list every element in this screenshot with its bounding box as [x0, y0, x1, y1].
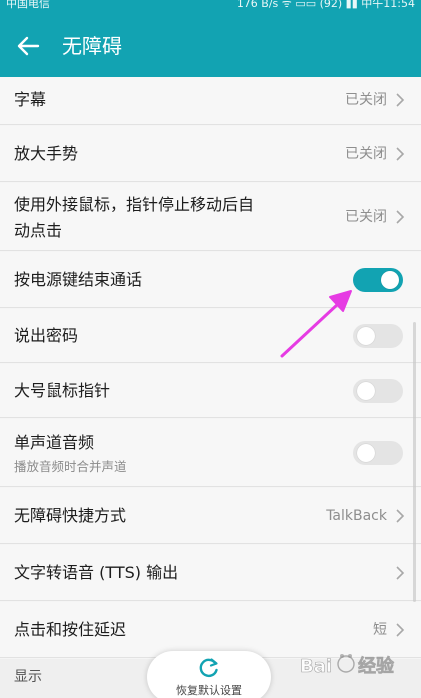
setting-value: 已关闭 [345, 92, 387, 108]
baidu-watermark-logo: Bai 经验 [300, 654, 395, 677]
large-mouse-pointer-toggle[interactable] [353, 379, 403, 403]
refresh-icon [199, 658, 218, 677]
setting-value: 已关闭 [345, 146, 387, 162]
reset-defaults-label: 恢复默认设置 [176, 684, 242, 697]
mono-audio-toggle[interactable] [353, 441, 403, 465]
setting-value: TalkBack [326, 508, 387, 524]
setting-label: 说出密码 [14, 326, 79, 345]
toggle-knob [381, 271, 399, 289]
setting-speak-passwords[interactable]: 说出密码 [0, 309, 421, 363]
back-arrow-icon[interactable] [14, 32, 42, 60]
app-bar: 无障碍 [0, 15, 421, 77]
chevron-right-icon [396, 623, 405, 637]
chevron-right-icon [396, 210, 405, 224]
setting-label: 放大手势 [14, 144, 79, 163]
chevron-right-icon [396, 509, 405, 523]
carrier-name: 中国电信 [6, 0, 50, 10]
setting-accessibility-shortcut[interactable]: 无障碍快捷方式 TalkBack [0, 488, 421, 544]
chevron-right-icon [396, 93, 405, 107]
toggle-knob [357, 327, 375, 345]
setting-value: 已关闭 [345, 209, 387, 225]
setting-mono-audio[interactable]: 单声道音频 播放音频时合并声道 [0, 419, 421, 487]
setting-power-button-ends-call[interactable]: 按电源键结束通话 [0, 252, 421, 308]
settings-list: 字幕 已关闭 放大手势 已关闭 使用外接鼠标，指针停止移动后自 动点击 已关闭 … [0, 77, 421, 698]
toggle-knob [357, 382, 375, 400]
setting-label-line1: 使用外接鼠标，指针停止移动后自 [14, 195, 255, 214]
setting-label: 大号鼠标指针 [14, 381, 111, 400]
setting-label: 文字转语音 (TTS) 输出 [14, 563, 179, 582]
setting-tts-output[interactable]: 文字转语音 (TTS) 输出 [0, 545, 421, 601]
setting-label: 按电源键结束通话 [14, 270, 143, 289]
power-button-ends-call-toggle[interactable] [353, 268, 403, 292]
setting-label: 单声道音频 [14, 433, 95, 452]
scrollbar[interactable] [413, 322, 416, 602]
setting-label: 点击和按住延迟 [14, 620, 127, 639]
setting-large-mouse-pointer[interactable]: 大号鼠标指针 [0, 364, 421, 418]
status-bar: 中国电信 176 B/s ᯤ ▭▭ (92) ▮▮ 中午11:54 [0, 0, 421, 15]
page-title: 无障碍 [62, 34, 122, 58]
chevron-right-icon [396, 147, 405, 161]
setting-label: 字幕 [14, 90, 47, 109]
toggle-knob [357, 444, 375, 462]
setting-auto-click[interactable]: 使用外接鼠标，指针停止移动后自 动点击 已关闭 [0, 183, 421, 251]
reset-defaults-button[interactable]: 恢复默认设置 [147, 651, 271, 698]
setting-captions[interactable]: 字幕 已关闭 [0, 77, 421, 125]
status-indicators: 176 B/s ᯤ ▭▭ (92) ▮▮ 中午11:54 [236, 0, 415, 10]
svg-text:Bai: Bai [300, 656, 332, 677]
section-label: 显示 [14, 669, 42, 685]
setting-label: 无障碍快捷方式 [14, 506, 127, 525]
svg-text:经验: 经验 [358, 655, 395, 677]
setting-magnification-gestures[interactable]: 放大手势 已关闭 [0, 126, 421, 182]
setting-subtitle: 播放音频时合并声道 [14, 459, 127, 474]
setting-label-line2: 动点击 [14, 221, 63, 240]
chevron-right-icon [396, 566, 405, 580]
setting-value: 短 [373, 622, 387, 638]
speak-passwords-toggle[interactable] [353, 324, 403, 348]
